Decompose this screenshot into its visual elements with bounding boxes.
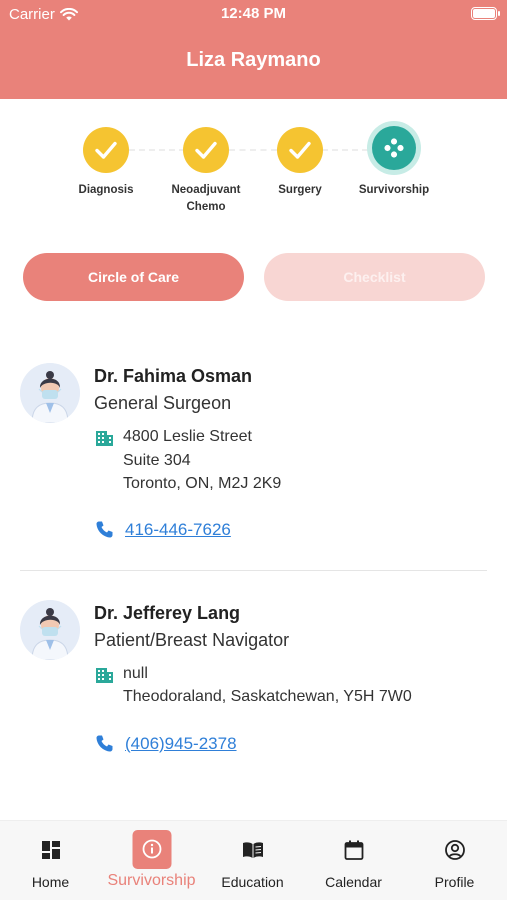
status-bar: Carrier 12:48 PM (0, 0, 507, 28)
nav-label: Calendar (325, 874, 382, 890)
check-icon (195, 141, 217, 159)
info-icon (142, 839, 161, 859)
nav-label: Survivorship (107, 872, 196, 889)
building-icon (96, 668, 113, 683)
journey-stepper: Diagnosis Neoadjuvant Chemo Surgery Surv… (0, 120, 507, 220)
address-line: Suite 304 (123, 452, 191, 469)
step-label: Diagnosis (78, 184, 134, 196)
nav-label: Home (31, 874, 70, 890)
doctor-role: Patient/Breast Navigator (94, 630, 290, 650)
step-circle (183, 127, 229, 173)
nav-label: Profile (434, 874, 475, 890)
divider (20, 570, 487, 571)
phone-icon[interactable] (95, 520, 114, 539)
phone-link[interactable]: (406)945-2378 (125, 734, 237, 754)
phone-icon[interactable] (95, 734, 114, 753)
step-label: Survivorship (358, 184, 430, 196)
doctor-illustration (20, 600, 80, 660)
doctor-role: General Surgeon (94, 393, 232, 413)
nav-education[interactable]: Education (202, 821, 303, 900)
address-line: Toronto, ON, M2J 2K9 (123, 475, 282, 492)
doctor-name: Dr. Fahima Osman (94, 366, 253, 386)
doctor-illustration (20, 363, 80, 423)
step-diagnosis[interactable]: Diagnosis (56, 120, 156, 199)
address-line: 4800 Leslie Street (123, 428, 252, 445)
doctor-avatar (20, 363, 80, 423)
step-label: Surgery (278, 184, 322, 196)
checklist-tab[interactable]: Checklist (264, 253, 485, 301)
step-neoadjuvant-chemo[interactable]: Neoadjuvant Chemo (156, 120, 256, 216)
page-title: Liza Raymano (186, 49, 321, 71)
step-surgery[interactable]: Surgery (250, 120, 350, 199)
step-circle-current (367, 121, 421, 175)
building-icon (96, 431, 113, 446)
doctor-avatar (20, 600, 80, 660)
profile-icon (444, 840, 465, 860)
bottom-nav: Home Survivorship Education Calendar Pro… (0, 820, 507, 900)
check-icon (289, 141, 311, 159)
battery-icon (471, 7, 500, 20)
nav-calendar[interactable]: Calendar (303, 821, 404, 900)
address-line: Theodoraland, Saskatchewan, Y5H 7W0 (123, 688, 412, 705)
nav-label: Education (221, 874, 284, 890)
step-survivorship[interactable]: Survivorship (344, 120, 444, 199)
doctor-name: Dr. Jefferey Lang (94, 603, 241, 623)
nav-survivorship[interactable]: Survivorship (101, 821, 202, 900)
calendar-icon (344, 840, 363, 860)
phone-link[interactable]: 416-446-7626 (125, 520, 231, 540)
survivorship-icon (384, 138, 404, 158)
book-icon (242, 842, 263, 858)
check-icon (95, 141, 117, 159)
home-grid-icon (41, 841, 60, 859)
status-time: 12:48 PM (220, 5, 287, 22)
step-label: Neoadjuvant Chemo (171, 184, 241, 213)
nav-home[interactable]: Home (0, 821, 101, 900)
nav-profile[interactable]: Profile (404, 821, 505, 900)
circle-of-care-tab[interactable]: Circle of Care (23, 253, 244, 301)
app-header: Carrier 12:48 PM Liza Raymano (0, 0, 507, 99)
step-circle (277, 127, 323, 173)
address-line: null (123, 665, 148, 682)
step-circle (83, 127, 129, 173)
